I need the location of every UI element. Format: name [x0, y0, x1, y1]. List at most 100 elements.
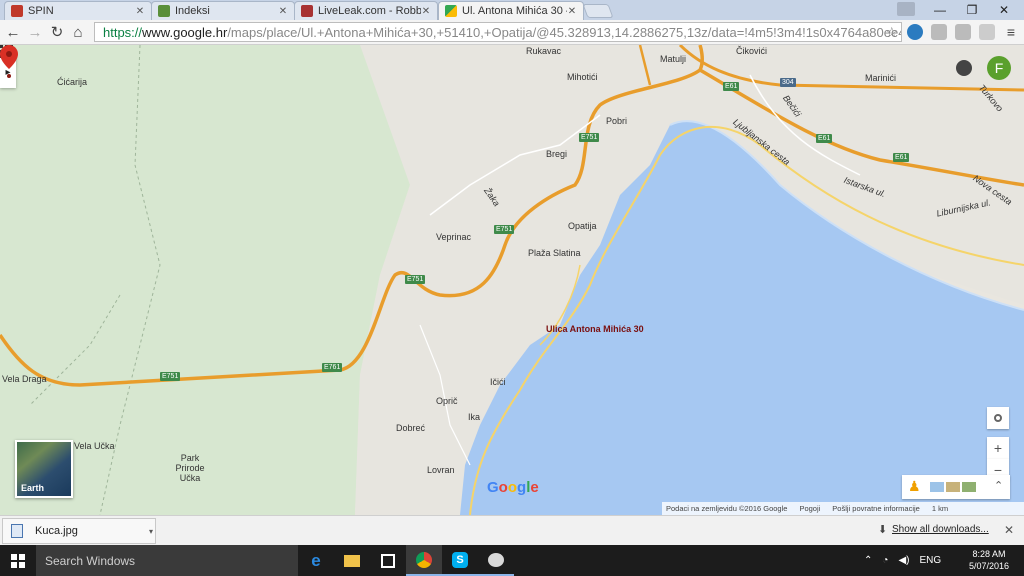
map-label: Opatija [568, 221, 597, 231]
clock-time: 8:28 AM [972, 549, 1006, 559]
chevron-up-icon[interactable]: ⌃ [994, 479, 1003, 492]
tab-google-maps[interactable]: Ul. Antona Mihića 30 – Go ✕ [438, 1, 584, 20]
spin-favicon-icon [11, 5, 23, 17]
zoom-in-button[interactable]: + [987, 437, 1009, 459]
windows-logo-icon [11, 553, 25, 568]
extension-icon[interactable] [931, 24, 947, 40]
home-button[interactable]: ⌂ [68, 22, 88, 42]
map-label: Ika [468, 412, 481, 422]
menu-icon[interactable]: ≡ [1001, 22, 1021, 42]
feedback-link[interactable]: Pošlji povratne informacije [832, 504, 920, 513]
tab-liveleak[interactable]: LiveLeak.com - Robber Fa ✕ [294, 1, 438, 20]
extension-icon[interactable] [955, 24, 971, 40]
road-sign: E751 [494, 225, 515, 234]
map-label: Ičići [490, 377, 506, 387]
scale-label: 1 km [931, 504, 949, 513]
close-icon[interactable]: ✕ [278, 6, 288, 17]
terms-link[interactable]: Pogoji [799, 504, 820, 513]
bookmark-star-icon[interactable]: ☆ [885, 24, 898, 41]
system-tray: ⌃ ◔ ◀) ENG [864, 545, 941, 576]
new-tab-button[interactable] [582, 4, 614, 18]
indeksi-favicon-icon [158, 5, 170, 17]
google-maps-favicon-icon [445, 5, 457, 17]
logo-letter: o [507, 479, 518, 496]
notifications-bell-icon[interactable] [956, 60, 972, 76]
browser-toolbar: ← → ↻ ⌂ https:// www.google.hr /maps/pla… [0, 20, 1024, 45]
profile-icon[interactable] [897, 2, 915, 16]
clock-date: 5/07/2016 [968, 561, 1010, 571]
map-label: Park Prirode Učka [175, 453, 205, 483]
map-graphic [0, 45, 1024, 515]
map-attribution: Podaci na zemljevidu ©2016 Google Pogoji… [662, 502, 1024, 515]
tab-label: Indeksi [175, 5, 210, 17]
language-indicator[interactable]: ENG [919, 555, 941, 566]
pinned-app[interactable] [478, 545, 514, 576]
earth-label: Earth [21, 483, 45, 493]
download-icon: ⬇ [878, 524, 888, 536]
extension-icon[interactable] [979, 24, 995, 40]
store-app[interactable] [370, 545, 406, 576]
tab-strip: SPIN ✕ Indeksi ✕ LiveLeak.com - Robber F… [0, 0, 1024, 20]
download-shelf: Kuca.jpg ▾ ⬇ Show all downloads... ✕ [0, 515, 1024, 545]
map-label: Bregi [546, 149, 568, 159]
close-window-button[interactable]: ✕ [988, 0, 1020, 20]
imagery-thumbnail-icon[interactable] [962, 482, 976, 492]
download-filename: Kuca.jpg [35, 525, 78, 537]
map-label: Čikovići [736, 46, 768, 56]
pegman-icon[interactable]: ♟ [908, 478, 921, 495]
road-sign: E761 [322, 363, 343, 372]
map-label: Dobreć [396, 423, 426, 433]
tab-label: LiveLeak.com - Robber Fa [318, 5, 421, 17]
location-pin-icon[interactable] [0, 45, 18, 79]
volume-icon[interactable]: ◀) [898, 555, 909, 566]
address-bar[interactable]: https:// www.google.hr /maps/place/Ul.+A… [94, 22, 902, 42]
map-label: Plaža Slatina [528, 248, 581, 258]
file-explorer-icon [344, 554, 360, 567]
tab-label: SPIN [28, 5, 54, 17]
close-icon[interactable]: ✕ [567, 6, 577, 17]
edge-app[interactable]: e [298, 545, 334, 576]
chrome-app[interactable] [406, 545, 442, 576]
start-button[interactable] [0, 545, 36, 576]
taskbar-search[interactable]: Search Windows [36, 545, 298, 576]
chevron-up-icon[interactable]: ⌃ [864, 555, 872, 566]
close-icon[interactable]: ✕ [421, 6, 431, 17]
clock[interactable]: 8:28 AM 5/07/2016 [965, 548, 1013, 572]
earth-view-toggle[interactable]: Earth [15, 440, 73, 498]
tab-spin[interactable]: SPIN ✕ [4, 1, 152, 20]
attribution-text: Podaci na zemljevidu ©2016 Google [666, 504, 788, 513]
reload-button[interactable]: ↻ [47, 22, 67, 42]
edge-icon: e [311, 550, 321, 570]
network-icon[interactable]: ◔ [882, 555, 888, 566]
chevron-down-icon[interactable]: ▾ [149, 527, 153, 536]
tab-indeksi[interactable]: Indeksi ✕ [151, 1, 295, 20]
app-icon [488, 552, 504, 567]
map-canvas[interactable]: Rukavac Čikovići Marinići Ćićarija Mihot… [0, 45, 1024, 515]
extension-icon[interactable] [907, 24, 923, 40]
imagery-thumbnail-icon[interactable] [946, 482, 960, 492]
logo-letter: g [517, 479, 527, 496]
show-all-downloads-link[interactable]: Show all downloads... [892, 524, 989, 535]
account-avatar[interactable]: F [987, 56, 1011, 80]
logo-letter: G [487, 479, 499, 496]
url-path: /maps/place/Ul.+Antona+Mihića+30,+51410,… [227, 24, 902, 40]
my-location-icon [994, 414, 1002, 422]
imagery-thumbnail-icon[interactable] [930, 482, 944, 492]
road-sign: E751 [160, 372, 181, 381]
close-icon[interactable]: ✕ [135, 6, 145, 17]
map-label: Ćićarija [57, 77, 88, 87]
restore-button[interactable]: ❐ [956, 0, 988, 20]
my-location-button[interactable] [987, 407, 1009, 429]
road-sign: 304 [780, 78, 796, 87]
file-explorer-app[interactable] [334, 545, 370, 576]
close-icon[interactable]: ✕ [1004, 523, 1014, 537]
skype-app[interactable]: S [442, 545, 478, 576]
download-item[interactable]: Kuca.jpg ▾ [2, 518, 156, 544]
map-label: Pobri [606, 116, 628, 126]
url-scheme: https:// [103, 24, 143, 40]
minimize-button[interactable]: — [924, 0, 956, 20]
forward-button[interactable]: → [25, 22, 45, 42]
back-button[interactable]: ← [3, 22, 23, 42]
road-sign: E751 [405, 275, 426, 284]
road-sign: E751 [579, 133, 600, 142]
